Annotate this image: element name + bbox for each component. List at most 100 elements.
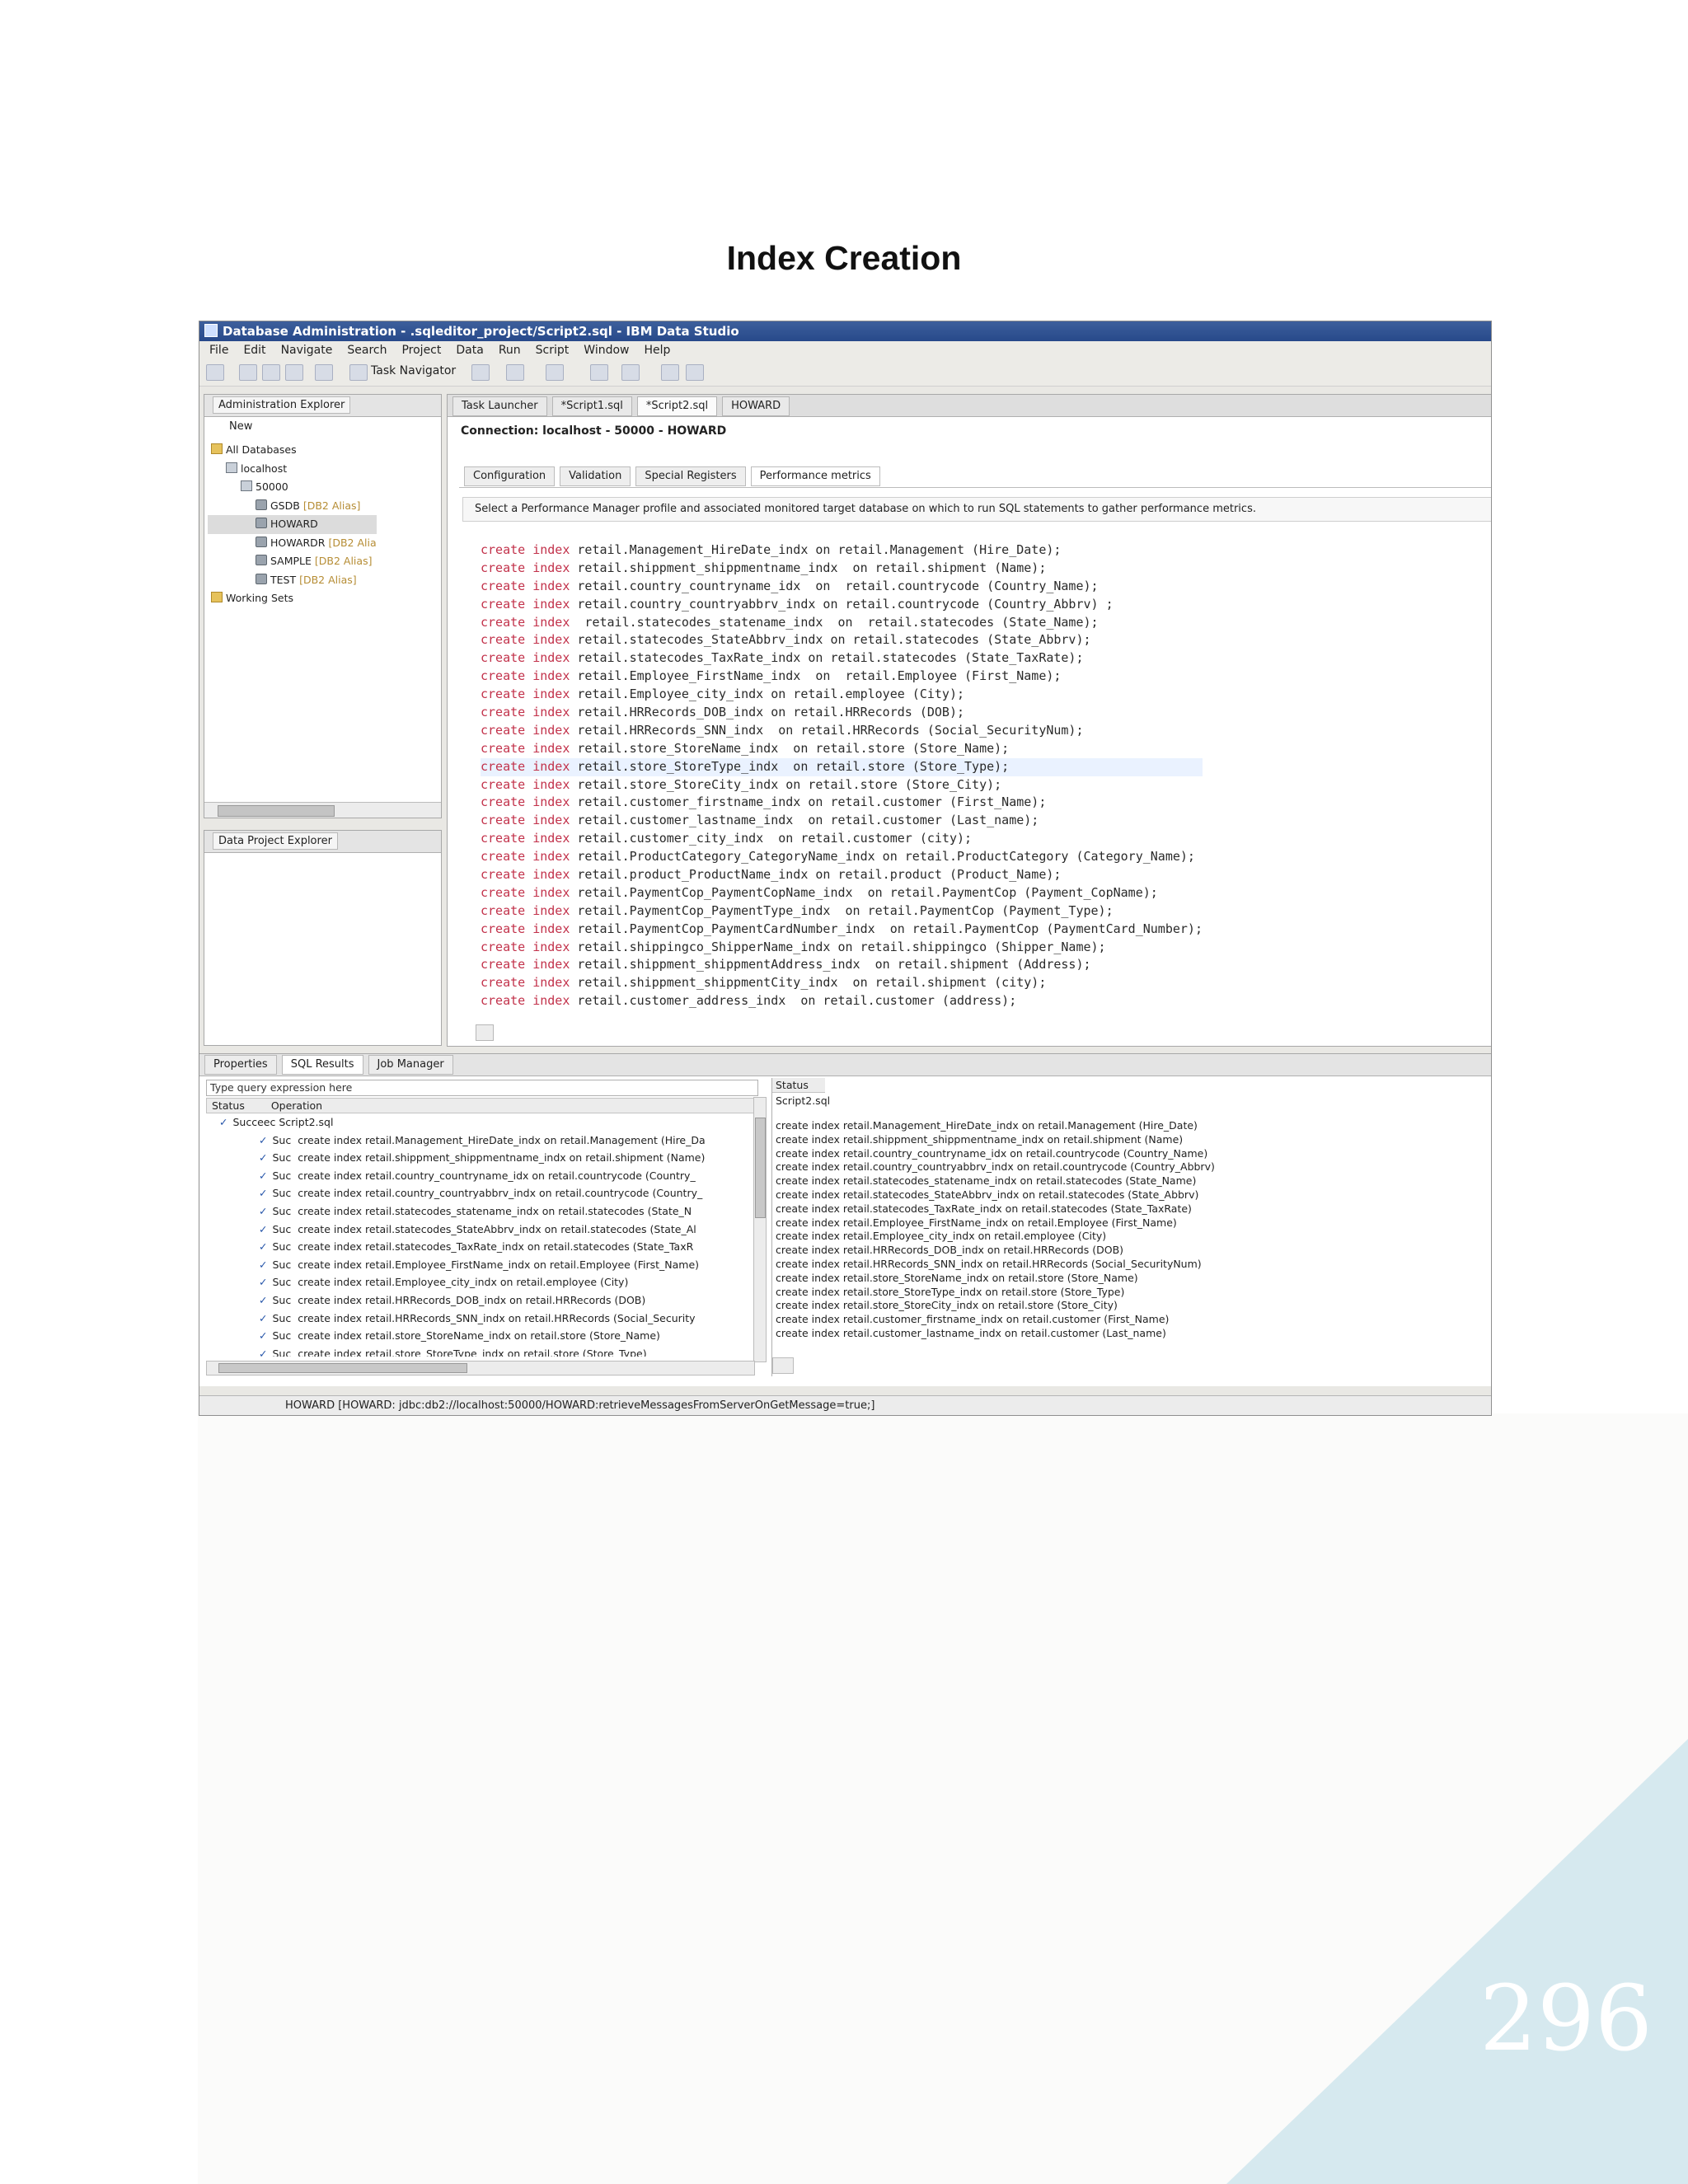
back-icon[interactable] xyxy=(661,364,679,381)
code-line[interactable]: create index retail.shippment_shippmentC… xyxy=(481,974,1203,992)
operation-column-header[interactable]: Operation xyxy=(271,1099,322,1112)
result-row[interactable]: ✓ Suc create index retail.country_countryn… xyxy=(206,1167,753,1185)
status-column-header[interactable]: Status xyxy=(212,1099,245,1112)
tree-item[interactable]: HOWARDR [DB2 Alia xyxy=(208,534,377,553)
tree-item[interactable]: 50000 xyxy=(208,478,377,497)
new-button[interactable]: New xyxy=(229,420,252,433)
menu-navigate[interactable]: Navigate xyxy=(281,344,333,357)
code-line[interactable]: create index retail.country_countryabbrv… xyxy=(481,596,1203,614)
code-line[interactable]: create index retail.store_StoreType_indx… xyxy=(481,757,1203,776)
editor-tab[interactable]: Task Launcher xyxy=(452,396,547,416)
code-line[interactable]: create index retail.customer_address_ind… xyxy=(481,992,1203,1010)
editor-scroll-button[interactable] xyxy=(476,1024,494,1041)
code-line[interactable]: create index retail.customer_city_indx o… xyxy=(481,830,1203,848)
result-root-row[interactable]: ✓ Succeec Script2.sql xyxy=(206,1113,753,1132)
editor-tab[interactable]: *Script1.sql xyxy=(551,396,632,416)
status-scroll-button[interactable] xyxy=(772,1357,794,1374)
administration-explorer-tab-label[interactable]: Administration Explorer xyxy=(213,396,351,414)
tree-item[interactable]: SAMPLE [DB2 Alias] xyxy=(208,552,377,571)
connection-label[interactable]: Connection: localhost - 50000 - HOWARD xyxy=(461,424,726,438)
tree-item[interactable]: All Databases xyxy=(208,441,377,460)
menu-help[interactable]: Help xyxy=(644,344,670,357)
results-hscrollbar[interactable] xyxy=(206,1361,755,1376)
explorer-hscrollbar[interactable] xyxy=(204,802,441,818)
menu-file[interactable]: File xyxy=(209,344,228,357)
menu-window[interactable]: Window xyxy=(584,344,629,357)
annotation-icon[interactable] xyxy=(621,364,640,381)
code-line[interactable]: create index retail.customer_firstname_i… xyxy=(481,794,1203,812)
results-vscrollbar[interactable] xyxy=(753,1097,767,1362)
result-row[interactable]: ✓ Suc create index retail.Employee_FirstNa… xyxy=(206,1256,753,1274)
result-row[interactable]: ✓ Suc create index retail.HRRecords_DOB_in… xyxy=(206,1291,753,1310)
results-tab[interactable]: Job Manager xyxy=(368,1055,453,1075)
code-line[interactable]: create index retail.store_StoreName_indx… xyxy=(481,740,1203,758)
code-line[interactable]: create index retail.PaymentCop_PaymentCa… xyxy=(481,921,1203,939)
menu-run[interactable]: Run xyxy=(499,344,521,357)
sql-icon[interactable] xyxy=(471,364,490,381)
result-row[interactable]: ✓ Suc create index retail.Employee_city_in… xyxy=(206,1273,753,1291)
code-line[interactable]: create index retail.PaymentCop_PaymentTy… xyxy=(481,902,1203,921)
scroll-thumb[interactable] xyxy=(218,1363,467,1373)
results-tab[interactable]: Properties xyxy=(204,1055,277,1075)
data-project-explorer-tab-label[interactable]: Data Project Explorer xyxy=(213,832,338,850)
editor-tab[interactable]: *Script2.sql xyxy=(636,396,718,416)
code-line[interactable]: create index retail.product_ProductName_… xyxy=(481,866,1203,884)
code-line[interactable]: create index retail.Employee_city_indx o… xyxy=(481,686,1203,704)
tree-item[interactable]: localhost xyxy=(208,460,377,479)
edit-icon[interactable] xyxy=(546,364,564,381)
result-row[interactable]: ✓ Suc create index retail.country_countrya… xyxy=(206,1184,753,1202)
code-line[interactable]: create index retail.customer_lastname_in… xyxy=(481,812,1203,830)
code-line[interactable]: create index retail.statecodes_StateAbbr… xyxy=(481,631,1203,649)
code-line[interactable]: create index retail.statecodes_TaxRate_i… xyxy=(481,649,1203,668)
forward-icon[interactable] xyxy=(686,364,704,381)
config-tab[interactable]: Validation xyxy=(560,466,631,486)
code-line[interactable]: create index retail.country_countryname_… xyxy=(481,578,1203,596)
result-row[interactable]: ✓ Suc create index retail.statecodes_State… xyxy=(206,1221,753,1239)
status-header[interactable]: Status xyxy=(772,1078,825,1093)
scroll-thumb[interactable] xyxy=(755,1118,766,1218)
menu-project[interactable]: Project xyxy=(401,344,441,357)
result-row[interactable]: ✓ Suc create index retail.shippment_shippm… xyxy=(206,1149,753,1167)
tree-item[interactable]: GSDB [DB2 Alias] xyxy=(208,497,377,516)
code-line[interactable]: create index retail.shippingco_ShipperNa… xyxy=(481,939,1203,957)
save-icon[interactable] xyxy=(239,364,257,381)
result-row[interactable]: ✓ Suc create index retail.HRRecords_SNN_in… xyxy=(206,1310,753,1328)
menu-script[interactable]: Script xyxy=(536,344,570,357)
menu-search[interactable]: Search xyxy=(347,344,387,357)
save-all-icon[interactable] xyxy=(262,364,280,381)
code-line[interactable]: create index retail.store_StoreCity_indx… xyxy=(481,776,1203,794)
result-row[interactable]: ✓ Suc create index retail.statecodes_state… xyxy=(206,1202,753,1221)
code-line[interactable]: create index retail.statecodes_statename… xyxy=(481,614,1203,632)
task-navigator-icon[interactable] xyxy=(349,364,368,381)
code-line[interactable]: create index retail.HRRecords_DOB_indx o… xyxy=(481,704,1203,722)
editor-tab[interactable]: HOWARD xyxy=(722,396,790,416)
new-icon[interactable] xyxy=(206,364,224,381)
config-tab[interactable]: Configuration xyxy=(464,466,556,486)
administration-explorer-tab[interactable]: Administration Explorer xyxy=(204,395,441,417)
result-row[interactable]: ✓ Suc create index retail.statecodes_TaxRa… xyxy=(206,1238,753,1256)
scroll-thumb[interactable] xyxy=(218,805,335,817)
code-line[interactable]: create index retail.shippment_shippmentn… xyxy=(481,560,1203,578)
sql-code[interactable]: create index retail.Management_HireDate_… xyxy=(481,541,1203,1010)
search-icon[interactable] xyxy=(590,364,608,381)
result-row[interactable]: ✓ Suc create index retail.Management_HireD… xyxy=(206,1132,753,1150)
run-icon[interactable] xyxy=(506,364,524,381)
result-row[interactable]: ✓ Suc create index retail.store_StoreName_… xyxy=(206,1327,753,1345)
code-line[interactable]: create index retail.HRRecords_SNN_indx o… xyxy=(481,722,1203,740)
code-line[interactable]: create index retail.Management_HireDate_… xyxy=(481,541,1203,560)
tree-item[interactable]: TEST [DB2 Alias] xyxy=(208,571,377,590)
code-line[interactable]: create index retail.Employee_FirstName_i… xyxy=(481,668,1203,686)
data-studio-icon[interactable] xyxy=(315,364,333,381)
result-row[interactable]: ✓ Suc create index retail.store_StoreType_… xyxy=(206,1345,753,1357)
config-tab[interactable]: Special Registers xyxy=(635,466,746,486)
query-expression-input[interactable]: Type query expression here xyxy=(206,1080,758,1096)
menu-data[interactable]: Data xyxy=(456,344,483,357)
print-icon[interactable] xyxy=(285,364,303,381)
code-line[interactable]: create index retail.PaymentCop_PaymentCo… xyxy=(481,884,1203,902)
config-tab[interactable]: Performance metrics xyxy=(750,466,880,486)
results-tab[interactable]: SQL Results xyxy=(281,1055,363,1075)
menu-edit[interactable]: Edit xyxy=(243,344,265,357)
data-project-explorer-tab[interactable]: Data Project Explorer xyxy=(204,831,441,853)
tree-item[interactable]: HOWARD xyxy=(208,515,377,534)
task-navigator-label[interactable]: Task Navigator xyxy=(371,364,456,377)
